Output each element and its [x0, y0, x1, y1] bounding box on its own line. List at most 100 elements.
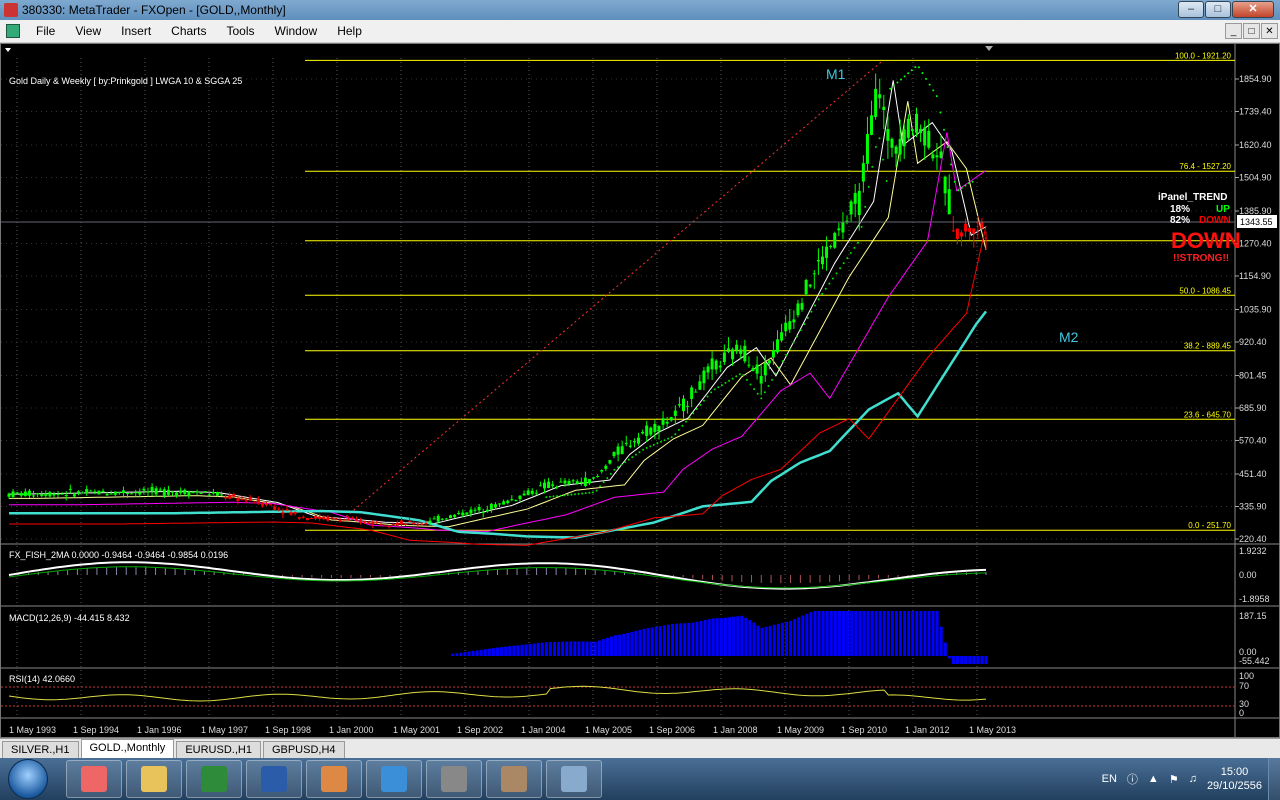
psar-dot	[842, 262, 845, 265]
candle-body	[861, 163, 865, 182]
candle-body	[583, 477, 587, 486]
start-button[interactable]	[8, 759, 48, 799]
taskbar-app-button[interactable]	[426, 760, 482, 798]
taskbar-app-button[interactable]	[486, 760, 542, 798]
psar-dot	[946, 146, 949, 149]
psar-dot	[656, 442, 659, 445]
menu-charts[interactable]: Charts	[161, 24, 216, 38]
maximize-button[interactable]: □	[1205, 1, 1231, 18]
psar-dot	[599, 485, 602, 488]
taskbar-app-button[interactable]	[66, 760, 122, 798]
show-desktop-button[interactable]	[1268, 758, 1280, 800]
candle-body	[44, 493, 48, 496]
candle-body	[383, 525, 387, 527]
chart-close-button[interactable]: ✕	[1261, 23, 1278, 39]
candle-body	[428, 520, 432, 523]
candle-body	[89, 490, 93, 492]
ma-fast-line	[9, 80, 987, 525]
folder-icon	[141, 766, 167, 792]
psar-dot	[824, 287, 827, 290]
psar-dot	[788, 347, 791, 350]
candle-body	[448, 515, 452, 519]
candle-body	[220, 494, 224, 496]
candle-body	[191, 492, 195, 494]
taskbar-app-button[interactable]	[546, 760, 602, 798]
psar-dot	[570, 493, 573, 496]
date-axis-label: 1 May 2013	[969, 725, 1016, 735]
psar-dot	[957, 189, 960, 192]
psar-dot	[728, 379, 731, 382]
tab-gold[interactable]: GOLD.,Monthly	[80, 739, 175, 758]
candle-body	[444, 518, 448, 520]
indicator-axis-label: 100	[1239, 671, 1254, 681]
menu-help[interactable]: Help	[327, 24, 372, 38]
ma-slow-line	[9, 132, 987, 532]
psar-dot	[760, 397, 763, 400]
menu-insert[interactable]: Insert	[111, 24, 161, 38]
menu-file[interactable]: File	[26, 24, 65, 38]
taskbar-app-button[interactable]	[186, 760, 242, 798]
psar-dot	[595, 489, 598, 492]
psar-dot	[828, 282, 831, 285]
psar-dot	[889, 87, 892, 90]
candle-body	[52, 493, 56, 496]
menu-window[interactable]: Window	[265, 24, 328, 38]
candle-body	[424, 522, 428, 524]
tab-silver[interactable]: SILVER.,H1	[2, 741, 79, 758]
candle-body	[984, 237, 988, 239]
menu-tools[interactable]: Tools	[217, 24, 265, 38]
chart-window[interactable]: 100.0 - 1921.20 76.4 - 1527.20 50.0 - 1086…	[0, 43, 1280, 738]
chart-window-icon[interactable]	[6, 24, 20, 38]
psar-dot	[964, 184, 967, 187]
psar-dot	[806, 316, 809, 319]
chart-shift-marker[interactable]	[985, 46, 993, 51]
psar-dot	[817, 298, 820, 301]
flag-icon[interactable]: ⚑	[1169, 773, 1179, 786]
taskbar-app-button[interactable]	[126, 760, 182, 798]
chart-minimize-button[interactable]: _	[1225, 23, 1242, 39]
psar-dot	[609, 472, 612, 475]
candle-body	[195, 491, 199, 493]
candle-body	[420, 523, 424, 525]
menu-view[interactable]: View	[65, 24, 111, 38]
volume-icon[interactable]: ♫	[1189, 773, 1197, 785]
taskbar-app-button[interactable]	[306, 760, 362, 798]
psar-dot	[624, 461, 627, 464]
chart-restore-button[interactable]: □	[1243, 23, 1260, 39]
candle-body	[890, 138, 894, 148]
psar-dot	[645, 446, 648, 449]
price-axis-label: 220.40	[1239, 534, 1267, 544]
candle-body	[138, 492, 142, 495]
candle-body	[199, 493, 203, 495]
candle-body	[330, 517, 334, 519]
help-icon[interactable]: ⓘ	[1127, 771, 1138, 787]
candle-body	[228, 495, 232, 499]
minimize-button[interactable]: –	[1178, 1, 1204, 18]
price-axis-label: 801.45	[1239, 370, 1267, 380]
title-bar: 380330: MetaTrader - FXOpen - [GOLD,,Mon…	[0, 0, 1280, 20]
candle-body	[735, 344, 739, 351]
candle-body	[804, 280, 808, 295]
clock-time: 15:00	[1220, 766, 1249, 778]
network-icon[interactable]: ▲	[1148, 773, 1159, 785]
psar-dot	[738, 373, 741, 376]
ipanel-strength: !!STRONG!!	[1173, 253, 1229, 264]
taskbar-app-button[interactable]	[366, 760, 422, 798]
candle-body	[665, 421, 669, 424]
price-chart[interactable]: 100.0 - 1921.20 76.4 - 1527.20 50.0 - 1086…	[1, 44, 1279, 737]
price-axis-label: 1739.40	[1239, 107, 1272, 117]
close-button[interactable]: ✕	[1232, 1, 1274, 18]
candle-body	[113, 491, 117, 495]
psar-dot	[942, 128, 945, 131]
candle-body	[375, 521, 379, 523]
language-indicator[interactable]: EN	[1102, 773, 1117, 785]
date-axis-label: 1 May 1997	[201, 725, 248, 735]
candle-body	[289, 512, 293, 515]
tab-eurusd[interactable]: EURUSD.,H1	[176, 741, 261, 758]
taskbar-app-button[interactable]	[246, 760, 302, 798]
tab-gbpusd[interactable]: GBPUSD,H4	[262, 741, 345, 758]
fib-level-label: 0.0 - 251.70	[1188, 521, 1231, 530]
clock[interactable]: 15:00 29/10/2556	[1207, 765, 1262, 793]
psar-dot	[849, 251, 852, 254]
psar-dot	[885, 179, 888, 182]
